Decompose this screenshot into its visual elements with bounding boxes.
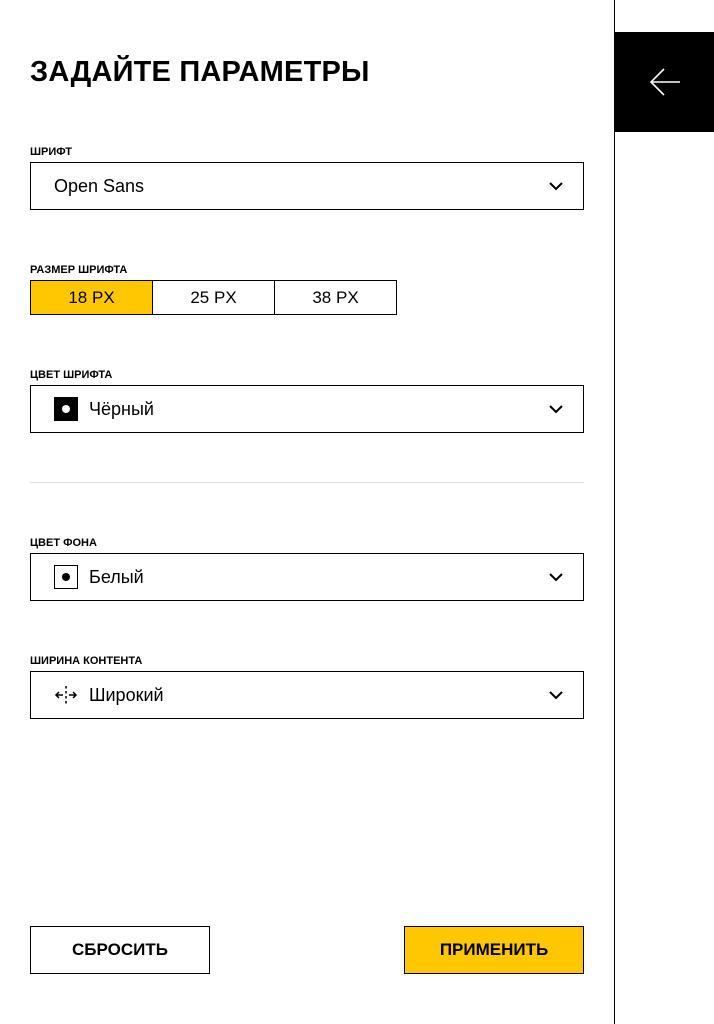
bg-color-select[interactable]: Белый [30,553,584,601]
font-color-select[interactable]: Чёрный [30,385,584,433]
font-color-value: Чёрный [89,399,154,419]
font-size-option-38[interactable]: 38 PX [275,281,396,314]
arrow-left-icon [649,68,680,96]
font-size-option-25[interactable]: 25 PX [153,281,275,314]
font-select-value: Open Sans [54,176,145,196]
content-width-label: ШИРИНА КОНТЕНТА [30,655,143,667]
black-swatch-icon [54,397,78,421]
chevron-down-icon [549,405,563,414]
content-width-value: Широкий [89,685,164,705]
section-divider [30,482,584,483]
reset-button[interactable]: СБРОСИТЬ [30,926,210,974]
font-label: ШРИФТ [30,146,72,158]
side-bar [614,0,714,1024]
settings-panel: ЗАДАЙТЕ ПАРАМЕТРЫ ШРИФТ Open Sans РАЗМЕР… [0,0,614,1024]
font-size-option-18[interactable]: 18 PX [31,281,153,314]
bg-color-value: Белый [89,567,144,587]
chevron-down-icon [549,573,563,582]
back-button[interactable] [615,32,714,132]
font-select[interactable]: Open Sans [30,162,584,210]
chevron-down-icon [549,182,563,191]
apply-button[interactable]: ПРИМЕНИТЬ [404,926,584,974]
bg-color-label: ЦВЕТ ФОНА [30,537,97,549]
content-width-select[interactable]: Широкий [30,671,584,719]
width-expand-icon [54,686,78,704]
chevron-down-icon [549,691,563,700]
font-size-label: РАЗМЕР ШРИФТА [30,264,128,276]
font-color-label: ЦВЕТ ШРИФТА [30,369,113,381]
page-title: ЗАДАЙТЕ ПАРАМЕТРЫ [30,56,370,88]
font-size-selector: 18 PX 25 PX 38 PX [30,280,397,315]
white-swatch-icon [54,565,78,589]
